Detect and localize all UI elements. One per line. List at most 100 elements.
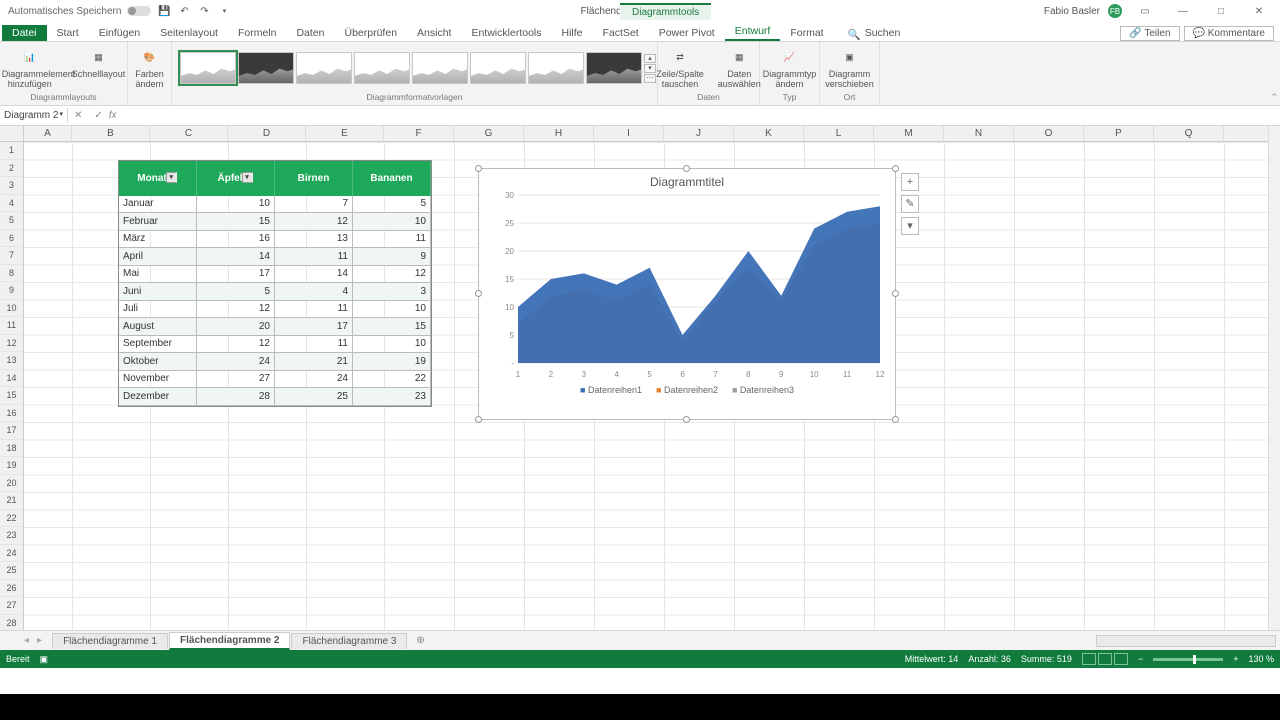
undo-icon[interactable]: ↶ [177,4,191,18]
chart-title[interactable]: Diagrammtitel [479,169,895,191]
chart-brush-icon[interactable]: ✎ [901,195,919,213]
qat-dropdown-icon[interactable]: ▾ [217,4,231,18]
table-row[interactable]: Mai171412 [119,266,431,284]
zoom-in-icon[interactable]: + [1233,654,1238,664]
fx-icon[interactable]: fx [109,110,121,121]
resize-handle[interactable] [475,290,482,297]
style-thumb-7[interactable] [528,52,584,84]
filter-dropdown-icon[interactable]: ▾ [166,172,177,183]
vertical-scrollbar[interactable] [1268,126,1280,630]
avatar[interactable]: FB [1108,4,1122,18]
formula-input[interactable] [121,108,1280,123]
tab-entwicklertools[interactable]: Entwicklertools [461,25,551,41]
chart-filter-icon[interactable]: ▾ [901,217,919,235]
autosave-toggle[interactable] [127,6,151,16]
resize-handle[interactable] [892,416,899,423]
style-thumb-8[interactable] [586,52,642,84]
style-thumb-1[interactable] [180,52,236,84]
table-row[interactable]: Januar1075 [119,196,431,214]
save-icon[interactable]: 💾 [157,4,171,18]
view-mode-buttons[interactable] [1082,653,1128,665]
resize-handle[interactable] [475,416,482,423]
tab-file[interactable]: Datei [2,25,47,41]
worksheet-grid[interactable]: ABCDEFGHIJKLMNOPQ 1234567891011121314151… [0,126,1280,630]
legend-item[interactable]: Datenreihen3 [732,385,794,395]
table-row[interactable]: November272422 [119,371,431,389]
resize-handle[interactable] [683,416,690,423]
tab-power pivot[interactable]: Power Pivot [649,25,725,41]
style-thumb-4[interactable] [354,52,410,84]
sheet-nav-next-icon[interactable]: ▸ [37,635,52,646]
chart-object[interactable]: Diagrammtitel -5101520253012345678910111… [478,168,896,420]
tab-formeln[interactable]: Formeln [228,25,287,41]
chart-style-gallery[interactable] [178,50,644,86]
tab-factset[interactable]: FactSet [593,25,649,41]
tab-überprüfen[interactable]: Überprüfen [335,25,408,41]
legend-item[interactable]: Datenreihen1 [580,385,642,395]
collapse-ribbon-icon[interactable]: ⌃ [1270,92,1278,103]
maximize-icon[interactable]: □ [1206,2,1236,20]
redo-icon[interactable]: ↷ [197,4,211,18]
tab-format[interactable]: Format [780,25,833,41]
tab-hilfe[interactable]: Hilfe [552,25,593,41]
sheet-tab[interactable]: Flächendiagramme 2 [169,632,290,650]
table-row[interactable]: August201715 [119,318,431,336]
style-thumb-6[interactable] [470,52,526,84]
zoom-out-icon[interactable]: − [1138,654,1143,664]
row-headers[interactable]: 1234567891011121314151617181920212223242… [0,142,24,630]
user-name[interactable]: Fabio Basler [1044,6,1100,17]
add-chart-element-button[interactable]: 📊Diagrammelement hinzufügen [0,46,62,91]
table-row[interactable]: Juni543 [119,283,431,301]
name-box[interactable]: Diagramm 2▾ [0,108,68,123]
table-row[interactable]: Dezember282523 [119,388,431,406]
column-headers[interactable]: ABCDEFGHIJKLMNOPQ [24,126,1268,142]
chart-plus-icon[interactable]: + [901,173,919,191]
resize-handle[interactable] [683,165,690,172]
minimize-icon[interactable]: — [1168,2,1198,20]
table-row[interactable]: Oktober242119 [119,353,431,371]
select-data-button[interactable]: ▦Daten auswählen [714,46,765,91]
change-colors-button[interactable]: 🎨Farben ändern [131,46,168,91]
add-sheet-button[interactable]: ⊕ [408,633,432,648]
zoom-level[interactable]: 130 % [1248,654,1274,664]
sheet-nav-prev-icon[interactable]: ◂ [24,635,37,646]
style-thumb-3[interactable] [296,52,352,84]
share-button[interactable]: 🔗 Teilen [1120,26,1179,41]
tab-start[interactable]: Start [47,25,89,41]
zoom-slider[interactable] [1153,658,1223,661]
style-thumb-5[interactable] [412,52,468,84]
enter-formula-icon[interactable]: ✓ [88,110,108,121]
quick-layout-button[interactable]: ▦Schnelllayout [68,46,130,81]
tab-einfügen[interactable]: Einfügen [89,25,150,41]
data-table[interactable]: Monat▾Äpfel▾BirnenBananen Januar1075Febr… [118,160,432,407]
tab-seitenlayout[interactable]: Seitenlayout [150,25,228,41]
macro-record-icon[interactable]: ▣ [40,654,49,665]
resize-handle[interactable] [892,165,899,172]
chart-legend[interactable]: Datenreihen1 Datenreihen2 Datenreihen3 [479,381,895,395]
comments-button[interactable]: 💬 Kommentare [1184,26,1274,41]
switch-row-col-button[interactable]: ⇄Zeile/Spalte tauschen [652,46,708,91]
table-row[interactable]: Juli121110 [119,301,431,319]
close-icon[interactable]: ✕ [1244,2,1274,20]
search-label[interactable]: Suchen [861,25,911,41]
table-row[interactable]: Februar151210 [119,213,431,231]
tab-daten[interactable]: Daten [286,25,334,41]
legend-item[interactable]: Datenreihen2 [656,385,718,395]
sheet-tab[interactable]: Flächendiagramme 3 [291,633,407,649]
change-chart-type-button[interactable]: 📈Diagrammtyp ändern [759,46,821,91]
ribbon-mode-icon[interactable]: ▭ [1130,2,1160,20]
cancel-formula-icon[interactable]: ✕ [68,110,88,121]
tab-entwurf[interactable]: Entwurf [725,23,781,41]
resize-handle[interactable] [475,165,482,172]
resize-handle[interactable] [892,290,899,297]
horizontal-scrollbar[interactable] [1096,635,1276,647]
tab-ansicht[interactable]: Ansicht [407,25,461,41]
table-row[interactable]: März161311 [119,231,431,249]
sheet-tab[interactable]: Flächendiagramme 1 [52,633,168,649]
table-row[interactable]: September121110 [119,336,431,354]
chart-plot-area[interactable]: -51015202530123456789101112 [488,191,886,381]
select-all-corner[interactable] [0,126,24,142]
filter-dropdown-icon[interactable]: ▾ [242,172,253,183]
style-thumb-2[interactable] [238,52,294,84]
move-chart-button[interactable]: ▣Diagramm verschieben [821,46,878,91]
